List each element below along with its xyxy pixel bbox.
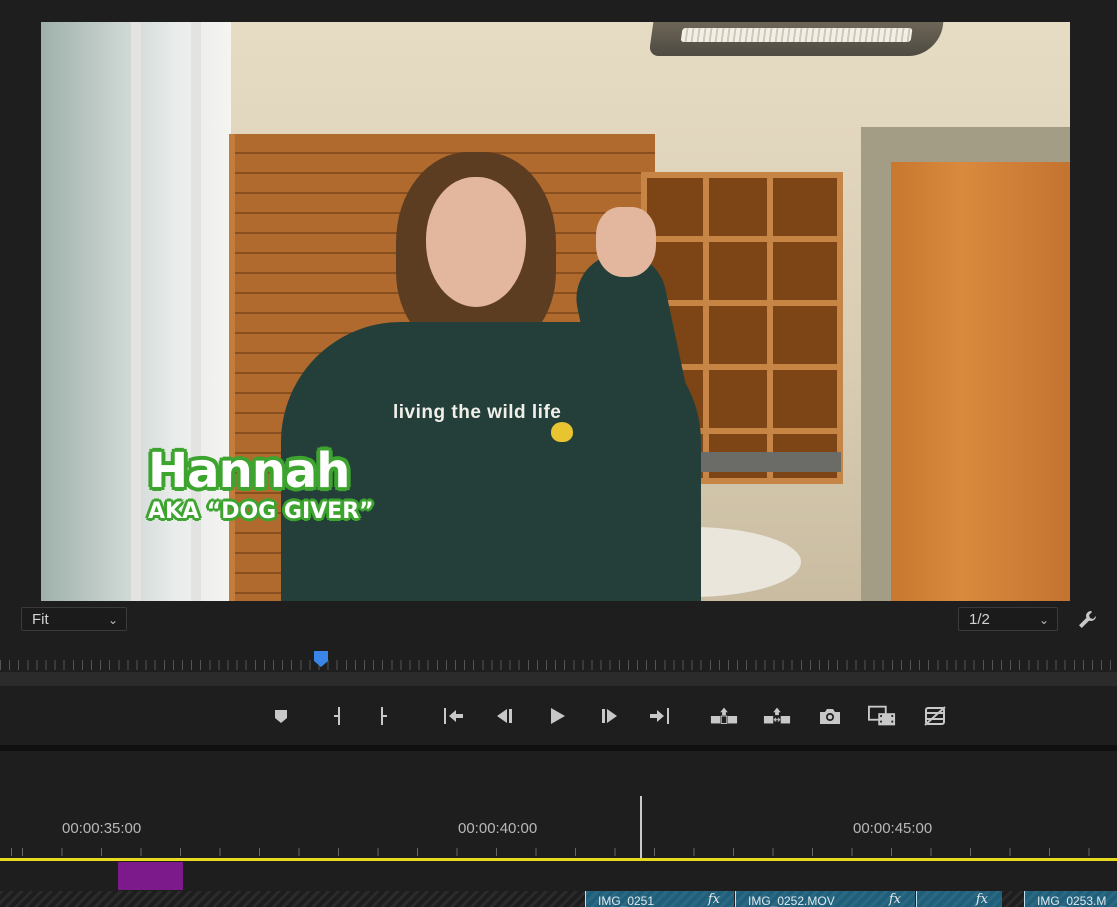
- mark-in-button[interactable]: [323, 702, 351, 730]
- clip-label: IMG_0251: [598, 894, 655, 907]
- step-forward-button[interactable]: [596, 702, 624, 730]
- go-to-out-icon: [650, 708, 669, 724]
- comparison-icon: [868, 705, 896, 726]
- lift-icon: [710, 707, 738, 724]
- proxy-toggle-button[interactable]: [921, 702, 949, 730]
- mark-out-icon: [381, 707, 387, 725]
- monitor-scrub-bar[interactable]: [0, 672, 1117, 686]
- step-forward-icon: [602, 709, 617, 723]
- chevron-down-icon: ⌄: [107, 613, 118, 627]
- go-to-in-button[interactable]: [439, 702, 467, 730]
- lower-third-name: Hannah: [148, 443, 350, 499]
- timeline-timecode: 00:00:40:00: [458, 820, 538, 837]
- clip-label: IMG_0252.MOV: [748, 894, 835, 907]
- shirt-print-text: living the wild life: [393, 402, 562, 423]
- scene-person: [261, 152, 721, 601]
- scene-ceiling-light: [648, 22, 944, 56]
- program-monitor: living the wild life Hannah AKA “DOG GIV…: [0, 0, 1117, 748]
- monitor-time-ruler[interactable]: [0, 650, 1117, 672]
- marker-icon: [275, 710, 287, 723]
- step-back-button[interactable]: [490, 702, 518, 730]
- lower-third-title: Hannah AKA “DOG GIVER”: [148, 445, 374, 524]
- timeline-timecode: 00:00:45:00: [853, 820, 933, 837]
- fx-badge-icon[interactable]: fx: [889, 892, 901, 907]
- timeline-clip[interactable]: IMG_0252.MOV fx: [735, 891, 915, 907]
- lift-button[interactable]: [710, 702, 738, 730]
- camera-icon: [820, 709, 840, 724]
- monitor-playhead[interactable]: [313, 650, 329, 668]
- zoom-level-select[interactable]: Fit ⌄: [21, 607, 127, 631]
- go-to-out-button[interactable]: [646, 702, 674, 730]
- video-frame[interactable]: living the wild life Hannah AKA “DOG GIV…: [41, 22, 1070, 601]
- play-icon: [551, 708, 565, 724]
- step-back-icon: [497, 709, 512, 723]
- timeline-clip[interactable]: IMG_0253.M: [1024, 891, 1117, 907]
- marker-clip[interactable]: [118, 862, 183, 890]
- zoom-level-value: Fit: [32, 611, 49, 628]
- fx-badge-icon[interactable]: fx: [976, 892, 988, 907]
- timeline-ruler[interactable]: [0, 848, 1117, 856]
- timeline-panel: 00:00:35:00 00:00:40:00 00:00:45:00 IMG_…: [0, 751, 1117, 907]
- go-to-in-icon: [444, 708, 463, 724]
- wrench-icon[interactable]: [1076, 608, 1100, 632]
- clip-label: IMG_0253.M: [1037, 894, 1107, 907]
- export-frame-button[interactable]: [816, 702, 844, 730]
- fx-badge-icon[interactable]: fx: [708, 892, 720, 907]
- proxy-icon: [924, 706, 946, 726]
- timeline-clip[interactable]: fx: [916, 891, 1002, 907]
- timeline-playhead[interactable]: [640, 796, 642, 858]
- timeline-clip[interactable]: IMG_0251 fx: [585, 891, 734, 907]
- paw-print-logo: [551, 422, 573, 442]
- add-marker-button[interactable]: [267, 702, 295, 730]
- playback-resolution-value: 1/2: [969, 611, 990, 628]
- mark-out-button[interactable]: [370, 702, 398, 730]
- lower-third-subtitle: AKA “DOG GIVER”: [148, 499, 374, 524]
- scene-door: [891, 162, 1070, 601]
- timeline-timecode: 00:00:35:00: [62, 820, 142, 837]
- mark-in-icon: [334, 707, 340, 725]
- extract-icon: [763, 707, 791, 724]
- extract-button[interactable]: [763, 702, 791, 730]
- transport-controls: [0, 688, 1117, 744]
- play-button[interactable]: [543, 702, 571, 730]
- work-area-bar[interactable]: [0, 858, 1117, 861]
- comparison-view-button[interactable]: [868, 702, 896, 730]
- playback-resolution-select[interactable]: 1/2 ⌄: [958, 607, 1058, 631]
- chevron-down-icon: ⌄: [1038, 613, 1049, 627]
